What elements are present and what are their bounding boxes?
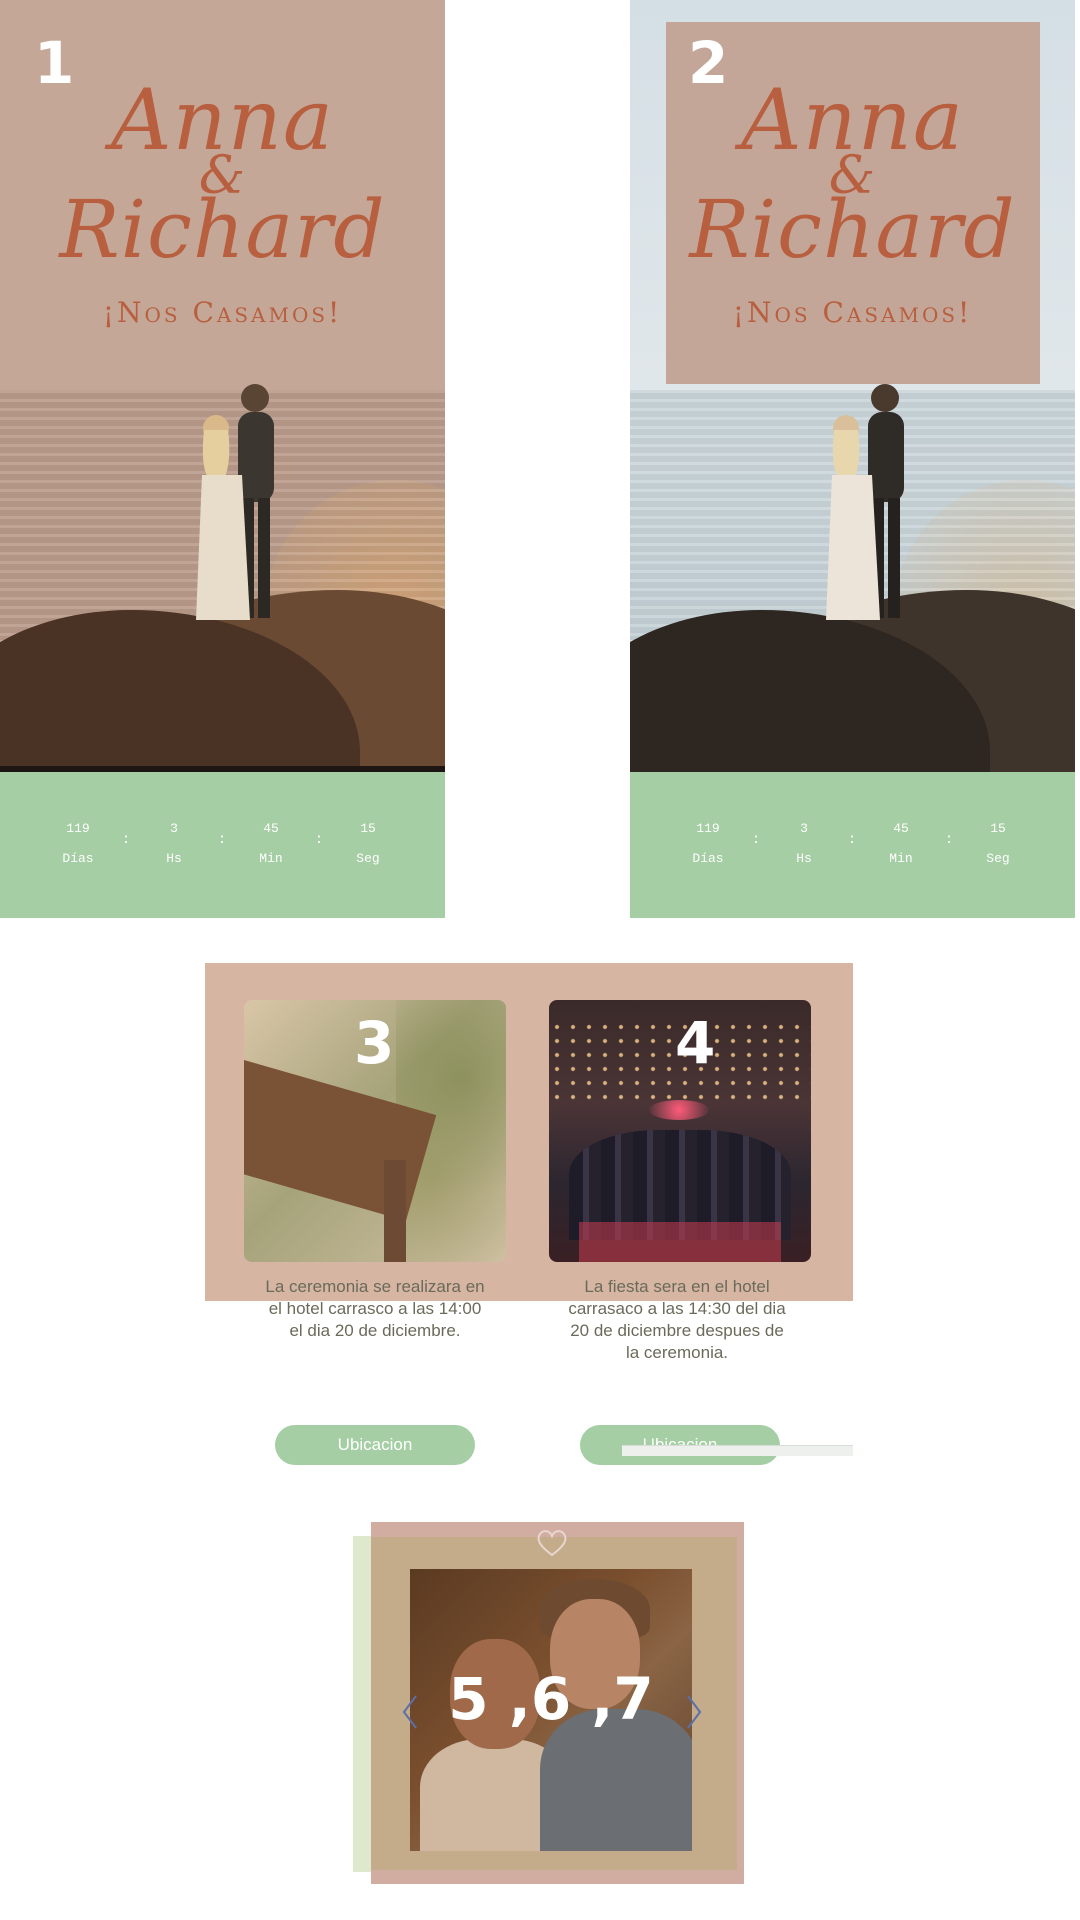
tagline: ¡Nos Casamos! (102, 296, 343, 329)
countdown-bar-1: 119 Días : 3 Hs : 45 Min : 15 Seg (0, 772, 445, 918)
countdown-separator: : (847, 832, 857, 848)
countdown-separator: : (314, 832, 324, 848)
panel-number: 3 (354, 1009, 395, 1077)
countdown-label: Seg (986, 851, 1010, 866)
groom-name: Richard (59, 183, 386, 276)
countdown-bar-2: 119 Días : 3 Hs : 45 Min : 15 Seg (630, 772, 1075, 918)
scroll-strip (622, 1445, 853, 1456)
groom-name: Richard (689, 183, 1016, 276)
countdown-separator: : (121, 832, 131, 848)
invitation-panel-1: 1 Anna & Richard ¡Nos Casamos! (0, 0, 445, 772)
heart-icon (537, 1530, 567, 1557)
countdown-label: Hs (166, 851, 182, 866)
countdown-value: 3 (170, 821, 178, 836)
countdown-separator: : (751, 832, 761, 848)
party-description: La fiesta sera en el hotel carrasaco a l… (568, 1277, 786, 1362)
countdown-value: 15 (990, 821, 1006, 836)
countdown-value: 45 (893, 821, 909, 836)
party-photo: 4 (549, 1000, 811, 1262)
countdown-label: Hs (796, 851, 812, 866)
sign-post (384, 1160, 406, 1262)
countdown-value: 3 (800, 821, 808, 836)
countdown-label: Min (889, 851, 913, 866)
countdown-value: 45 (263, 821, 279, 836)
tagline: ¡Nos Casamos! (732, 296, 973, 329)
couple-photo (826, 384, 904, 620)
countdown-separator: : (944, 832, 954, 848)
countdown-value: 15 (360, 821, 376, 836)
countdown-separator: : (217, 832, 227, 848)
ceremony-photo: 3 (244, 1000, 506, 1262)
panel-number: 4 (675, 1009, 716, 1077)
countdown-label: Días (62, 851, 94, 866)
invitation-panel-2: 2 Anna & Richard ¡Nos Casamos! (630, 0, 1075, 772)
countdown-label: Min (259, 851, 283, 866)
dance-floor (579, 1222, 781, 1262)
ceremony-description: La ceremonia se realizara en el hotel ca… (265, 1277, 485, 1340)
countdown-value: 119 (66, 821, 90, 836)
couple-photo (196, 384, 274, 620)
stage-light (649, 1100, 709, 1120)
countdown-value: 119 (696, 821, 720, 836)
ceremony-location-button[interactable]: Ubicacion (275, 1425, 475, 1465)
panel-number: 5 ,6 ,7 (448, 1665, 654, 1733)
countdown-label: Seg (356, 851, 380, 866)
countdown-label: Días (692, 851, 724, 866)
